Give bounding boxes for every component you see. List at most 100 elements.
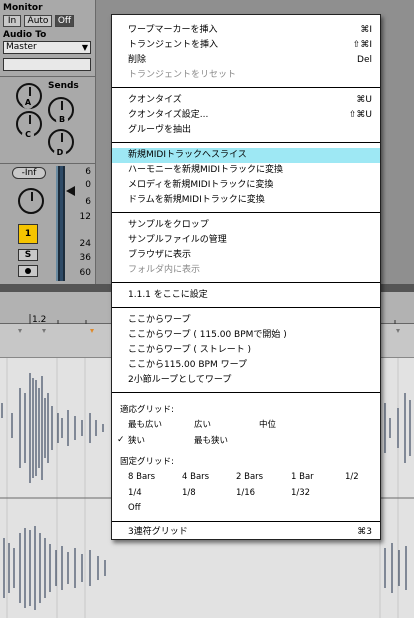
menu-item-label: クオンタイズ設定... [128,110,209,120]
menu-item-warp-115-from-here[interactable]: ここから115.00 BPM ワープ [112,358,380,373]
meter-scale-label: 6 [85,197,91,207]
sends-label: Sends [48,81,79,91]
menu-item-insert-warp-marker[interactable]: ワープマーカーを挿入 ⌘I [112,23,380,38]
menu-separator [112,521,380,522]
fixed-grid-label: 固定グリッド: [120,457,174,467]
meter-scale-label: 6 [85,167,91,177]
menu-item-convert-drums-to-midi[interactable]: ドラムを新規MIDIトラックに変換 [112,193,380,208]
shortcut-label: ⌘I [360,25,372,35]
menu-item-reset-transients: トランジェントをリセット [112,68,380,83]
grid-option-1-8[interactable]: 1/8 [182,486,196,501]
send-a-label: A [22,97,34,109]
menu-item-label: ここからワープ ( 115.00 BPMで開始 ) [128,330,287,340]
grid-option-1-bar[interactable]: 1 Bar [291,470,314,485]
checkmark-icon: ✓ [117,435,125,445]
menu-item-warp-from-here-straight[interactable]: ここからワープ ( ストレート ) [112,343,380,358]
grid-option-narrowest[interactable]: 最も狭い [194,434,228,449]
menu-item-label: トランジェントをリセット [128,70,237,80]
menu-separator [112,142,380,143]
grid-option-1-32[interactable]: 1/32 [291,486,310,501]
menu-item-set-1-1-1-here[interactable]: 1.1.1 をここに設定 [112,288,380,303]
menu-item-quantize-settings[interactable]: クオンタイズ設定... ⇧⌘U [112,108,380,123]
send-c-label: C [22,129,34,141]
menu-item-delete[interactable]: 削除 Del [112,53,380,68]
menu-item-label: ここからワープ ( ストレート ) [128,345,252,355]
grid-option-narrow[interactable]: 狭い [128,434,145,449]
menu-item-label: 新規MIDIトラックへスライス [128,150,247,160]
grid-option-medium[interactable]: 中位 [259,418,276,433]
pan-knob[interactable] [18,188,44,214]
menu-item-label: ここから115.00 BPM ワープ [128,360,248,370]
menu-item-triplet-grid[interactable]: 3連符グリッド ⌘3 [112,525,380,540]
menu-item-insert-transient[interactable]: トランジェントを挿入 ⇧⌘I [112,38,380,53]
meter-scale-label: 0 [85,180,91,190]
monitor-off-button[interactable]: Off [55,15,74,27]
menu-separator [112,87,380,88]
meter-scale-label: 60 [79,268,91,278]
menu-item-show-in-folder: フォルダ内に表示 [112,263,380,278]
menu-item-label: ここからワープ [128,315,191,325]
track-activator-button[interactable]: 1 [18,224,38,244]
monitor-in-button[interactable]: In [3,15,21,27]
monitor-label: Monitor [3,3,43,13]
volume-field[interactable]: -Inf [12,167,46,179]
menu-item-convert-harmony-to-midi[interactable]: ハーモニーを新規MIDIトラックに変換 [112,163,380,178]
solo-button[interactable]: S [18,249,38,261]
meter-scale-label: 12 [79,212,91,222]
menu-item-label: 1.1.1 をここに設定 [128,290,208,300]
grid-option-wide[interactable]: 広い [194,418,211,433]
menu-item-warp-from-here[interactable]: ここからワープ [112,313,380,328]
grid-option-1-16[interactable]: 1/16 [236,486,255,501]
menu-item-slice-to-new-midi-track[interactable]: 新規MIDIトラックへスライス [112,148,380,163]
audio-to-select[interactable]: Master ▼ [3,41,91,54]
sends-section: Sends A B C D [0,76,96,164]
menu-item-label: クオンタイズ [128,95,182,105]
audio-to-channel-field[interactable] [3,58,91,71]
menu-item-extract-groove[interactable]: グルーヴを抽出 [112,123,380,138]
grid-option-2-bars[interactable]: 2 Bars [236,470,263,485]
grid-option-widest[interactable]: 最も広い [128,418,162,433]
shortcut-label: ⇧⌘I [352,40,372,50]
mixer-strip: Monitor In Auto Off Audio To Master ▼ Se… [0,0,96,284]
level-meter-inner [60,166,63,281]
shortcut-label: Del [357,55,372,65]
menu-separator [112,392,380,393]
shortcut-label: ⌘U [356,95,372,105]
menu-item-show-in-browser[interactable]: ブラウザに表示 [112,248,380,263]
meter-scale-label: 24 [79,239,91,249]
menu-item-label: ハーモニーを新規MIDIトラックに変換 [128,165,284,175]
shortcut-label: ⌘3 [357,527,372,537]
menu-item-label: フォルダ内に表示 [128,265,201,275]
menu-item-label: ワープマーカーを挿入 [128,25,218,35]
audio-to-value: Master [6,42,37,52]
menu-item-label: 3連符グリッド [128,527,188,537]
monitor-auto-button[interactable]: Auto [24,15,52,27]
send-d-label: D [54,147,66,159]
menu-item-convert-melody-to-midi[interactable]: メロディを新規MIDIトラックに変換 [112,178,380,193]
menu-item-quantize[interactable]: クオンタイズ ⌘U [112,93,380,108]
adaptive-grid-label: 適応グリッド: [120,405,174,415]
menu-item-warp-as-2-bar-loop[interactable]: 2小節ループとしてワープ [112,373,380,388]
menu-item-label: グルーヴを抽出 [128,125,192,135]
menu-item-label: ドラムを新規MIDIトラックに変換 [128,195,265,205]
menu-item-crop-sample[interactable]: サンプルをクロップ [112,218,380,233]
context-menu: ワープマーカーを挿入 ⌘I トランジェントを挿入 ⇧⌘I 削除 Del トランジ… [111,14,381,540]
volume-fader-handle[interactable] [66,186,75,196]
shortcut-label: ⇧⌘U [348,110,372,120]
grid-option-4-bars[interactable]: 4 Bars [182,470,209,485]
send-b-label: B [56,114,68,126]
menu-item-warp-from-here-bpm[interactable]: ここからワープ ( 115.00 BPMで開始 ) [112,328,380,343]
menu-separator [112,212,380,213]
grid-option-1-2[interactable]: 1/2 [345,470,359,485]
grid-option-1-4[interactable]: 1/4 [128,486,142,501]
arm-record-button[interactable] [18,265,38,277]
menu-item-label: トランジェントを挿入 [128,40,219,50]
menu-separator [112,282,380,283]
chevron-down-icon: ▼ [81,43,88,52]
audio-to-label: Audio To [3,30,47,40]
grid-option-8-bars[interactable]: 8 Bars [128,470,155,485]
grid-option-off[interactable]: Off [128,501,141,516]
menu-item-label: サンプルをクロップ [128,220,209,230]
menu-item-manage-sample-file[interactable]: サンプルファイルの管理 [112,233,380,248]
menu-separator [112,307,380,308]
